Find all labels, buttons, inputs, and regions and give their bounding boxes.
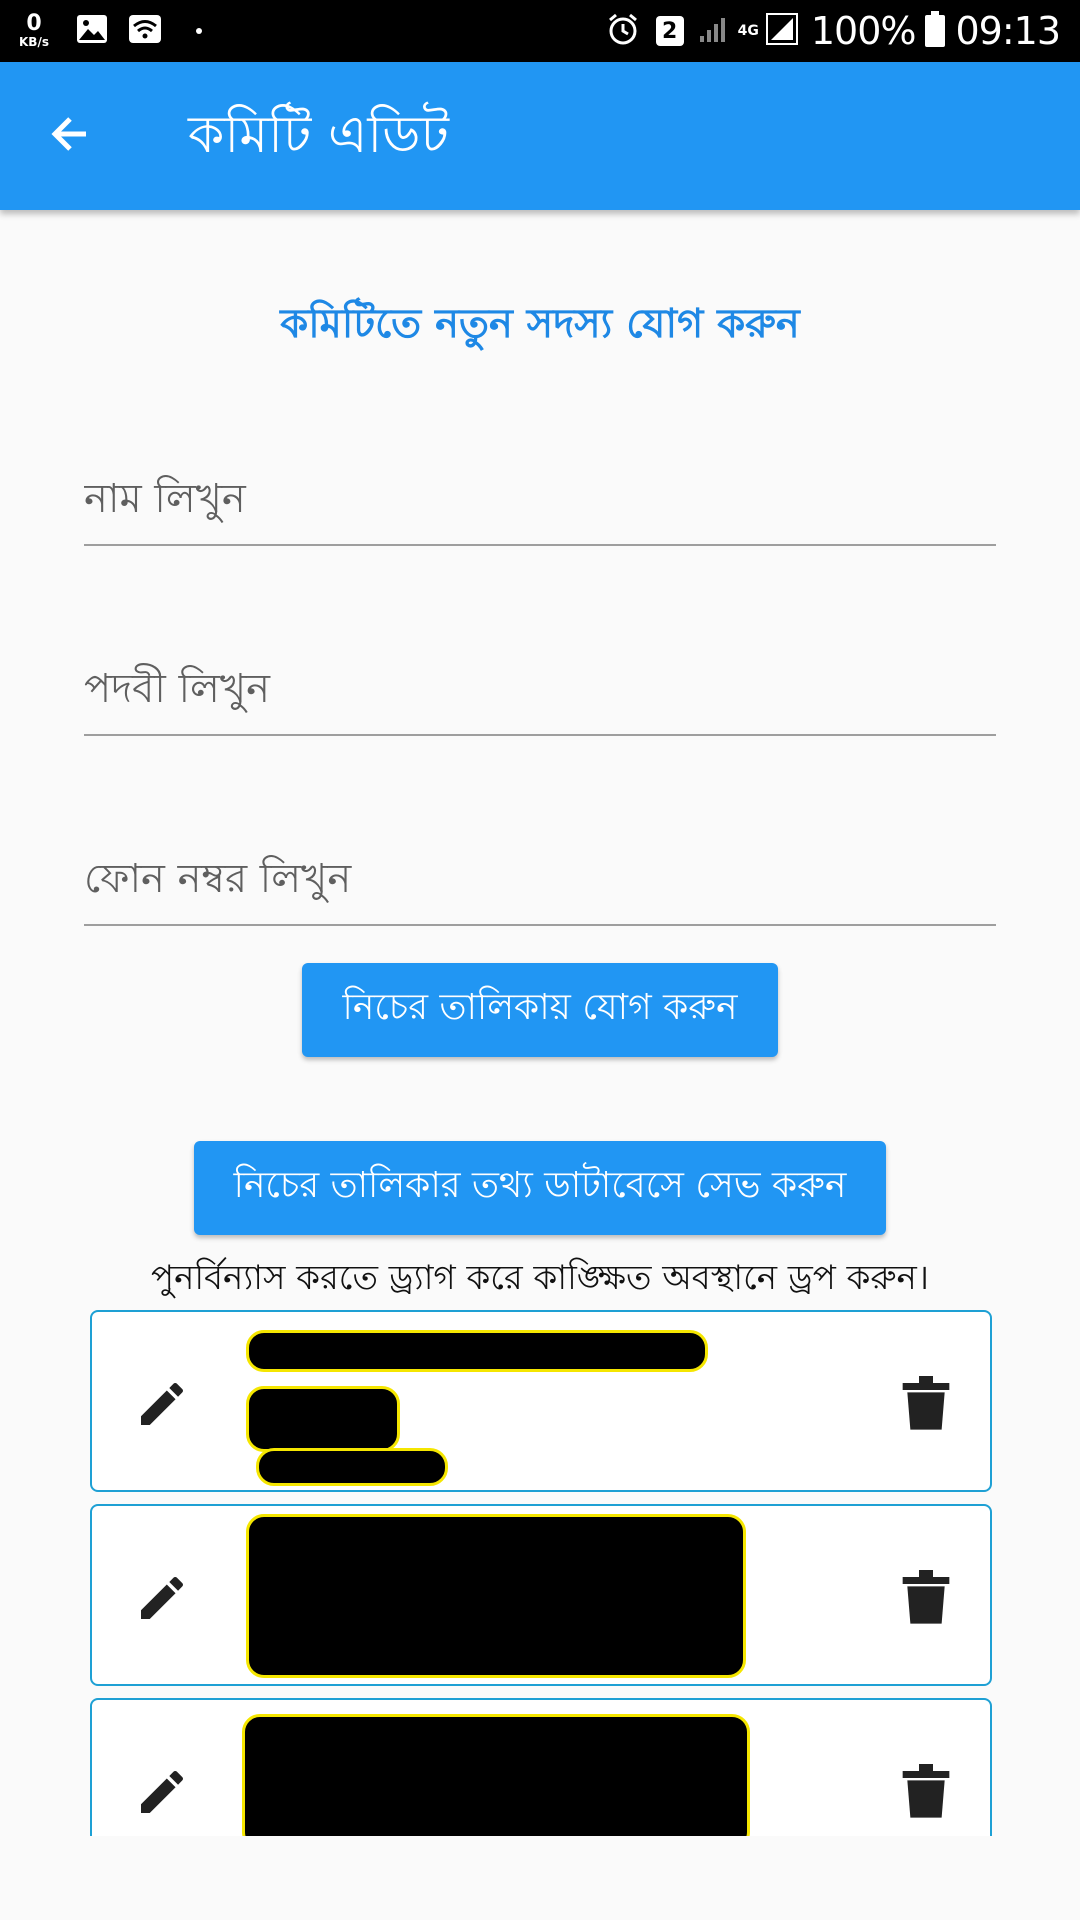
redacted-member-phone [256, 1448, 448, 1486]
arrow-back-icon [46, 110, 94, 162]
back-button[interactable] [38, 104, 102, 168]
app-bar-title: কমিটি এডিট [188, 105, 449, 165]
redacted-member-details [246, 1514, 746, 1678]
form-heading: কমিটিতে নতুন সদস্য যোগ করুন [280, 301, 800, 347]
designation-field [84, 644, 996, 736]
clock: 09:13 [955, 9, 1061, 53]
phone-field [84, 834, 996, 926]
network-speed-unit: KB/s [19, 35, 49, 49]
network-speed-value: 0 [26, 11, 42, 36]
save-to-database-button[interactable]: নিচের তালিকার তথ্য ডাটাবেসে সেভ করুন [194, 1141, 886, 1235]
trash-icon[interactable] [902, 1764, 950, 1820]
pencil-icon[interactable] [134, 1570, 190, 1626]
signal-icon [698, 14, 730, 48]
wifi-icon [128, 14, 162, 48]
member-card[interactable] [90, 1698, 992, 1836]
screen: 0 KB/s 2 4G 100% 09:13 কমিটি এডিট কমিটিত… [0, 0, 1080, 1920]
member-card[interactable] [90, 1504, 992, 1686]
redacted-member-designation [246, 1386, 400, 1452]
app-bar: কমিটি এডিট [0, 62, 1080, 210]
member-card[interactable] [90, 1310, 992, 1492]
phone-input[interactable] [84, 844, 996, 914]
trash-icon[interactable] [902, 1570, 950, 1626]
pencil-icon[interactable] [134, 1376, 190, 1432]
redacted-member-name [246, 1330, 708, 1372]
gallery-icon [76, 14, 108, 48]
redacted-member-details [242, 1714, 750, 1836]
network-speed: 0 KB/s [12, 11, 56, 50]
pencil-icon[interactable] [134, 1764, 190, 1820]
member-list[interactable] [0, 1300, 1080, 1836]
battery-icon [925, 11, 946, 51]
trash-icon[interactable] [902, 1376, 950, 1432]
signal-strength-icon [765, 12, 799, 50]
designation-input[interactable] [84, 654, 996, 724]
alarm-icon [606, 12, 640, 50]
status-bar-left: 0 KB/s [12, 0, 202, 62]
status-bar: 0 KB/s 2 4G 100% 09:13 [0, 0, 1080, 62]
battery-percentage: 100% [810, 9, 917, 53]
network-type-label: 4G [737, 23, 759, 39]
add-to-list-button[interactable]: নিচের তালিকায় যোগ করুন [302, 963, 778, 1057]
sim-slot-badge: 2 [655, 16, 684, 46]
name-input[interactable] [84, 464, 996, 534]
status-bar-right: 2 4G 100% 09:13 [606, 0, 1061, 62]
notification-dot [196, 28, 202, 34]
name-field [84, 454, 996, 546]
